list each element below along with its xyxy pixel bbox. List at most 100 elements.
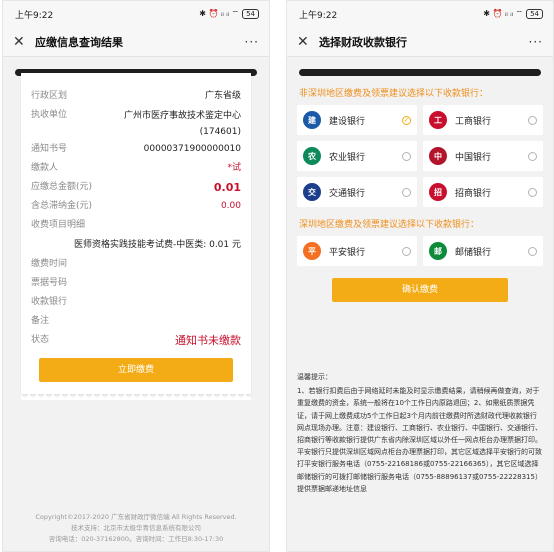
unit-label: 执收单位 xyxy=(31,110,68,120)
status-icons: ✱ ⏰ ᵢₗ ᵢₗ ⌔ 54 xyxy=(199,9,259,19)
bank-name: 工商银行 xyxy=(455,116,492,127)
section-title-shenzhen: 深圳地区缴费及领票建议选择以下收款银行： xyxy=(299,220,480,230)
battery-icon: 54 xyxy=(526,9,543,19)
query-result-screen: 上午9:22 ✱ ⏰ ᵢₗ ᵢₗ ⌔ 54 ✕ 应缴信息查询结果 ··· 行政区… xyxy=(2,0,270,552)
radio-unchecked-icon[interactable] xyxy=(402,151,411,161)
page-title: 选择财政收款银行 xyxy=(319,35,407,49)
nav-bar: ✕ 应缴信息查询结果 ··· xyxy=(3,27,269,57)
bank-name: 邮储银行 xyxy=(455,247,492,258)
radio-unchecked-icon[interactable] xyxy=(528,151,537,161)
row-paytime: 缴费时间 xyxy=(31,255,241,274)
radio-unchecked-icon[interactable] xyxy=(528,115,537,125)
bank-name: 中国银行 xyxy=(455,152,492,163)
pay-now-button[interactable]: 立即缴费 xyxy=(39,358,233,382)
screenshot-composite: 上午9:22 ✱ ⏰ ᵢₗ ᵢₗ ⌔ 54 ✕ 应缴信息查询结果 ··· 行政区… xyxy=(0,0,554,552)
payer-value: *试 xyxy=(227,163,241,173)
bank-name: 平安银行 xyxy=(329,247,366,258)
late-fee-value: 0.00 xyxy=(220,201,241,211)
row-remark: 备注 xyxy=(31,312,241,331)
signal-icons: ✱ ⏰ ᵢₗ ᵢₗ ⌔ xyxy=(483,9,524,18)
bank-grid-non-shenzhen: 建建设银行 ✓ 工工商银行农农业银行中中国银行交交通银行招招商银行 xyxy=(287,105,553,207)
section-title-non-shenzhen: 非深圳地区缴费及领票建议选择以下收款银行： xyxy=(299,89,489,99)
bank-option[interactable]: 招招商银行 xyxy=(423,177,543,207)
bank-option[interactable]: 交交通银行 xyxy=(297,177,417,207)
row-receipt-no: 票据号码 xyxy=(31,274,241,293)
confirm-pay-button[interactable]: 确认缴费 xyxy=(332,278,508,302)
receipt-slot xyxy=(299,69,541,76)
signal-icons: ✱ ⏰ ᵢₗ ᵢₗ ⌔ xyxy=(199,9,240,18)
row-payer: 缴款人 *试 xyxy=(31,159,241,178)
row-items: 收费项目明细 xyxy=(31,216,241,235)
footer-contact: 咨询电话：020-37162800。咨询时间：工作日8:30-17:30 xyxy=(48,535,224,543)
row-notice: 通知书号 00000371900000010 xyxy=(31,140,241,159)
state-label: 状态 xyxy=(31,335,50,345)
bank-grid-shenzhen: 平平安银行邮邮储银行 xyxy=(287,236,553,266)
bank-option[interactable]: 中中国银行 xyxy=(423,141,543,171)
cmb-logo-icon: 招 xyxy=(429,183,447,201)
tips-panel: 温馨提示： 1、若银行扣费后由于网络延时未能及时显示缴费结果，请稍候再做查询，对… xyxy=(297,371,543,495)
total-value: 0.01 xyxy=(213,181,241,194)
item-line: 医师资格实践技能考试费-中医类: 0.01 元 xyxy=(73,240,241,250)
row-region: 行政区划 广东省级 xyxy=(31,87,241,106)
bocom-logo-icon: 交 xyxy=(303,183,321,201)
boc-logo-icon: 中 xyxy=(429,147,447,165)
receipt-no-label: 票据号码 xyxy=(31,278,68,288)
icbc-logo-icon: 工 xyxy=(429,111,447,129)
ccb-logo-icon: 建 xyxy=(303,111,321,129)
radio-unchecked-icon[interactable] xyxy=(528,246,537,256)
abc-logo-icon: 农 xyxy=(303,147,321,165)
bank-option[interactable]: 平平安银行 xyxy=(297,236,417,266)
region-value: 广东省级 xyxy=(204,91,241,101)
notice-value: 00000371900000010 xyxy=(143,144,241,154)
pingan-logo-icon: 平 xyxy=(303,242,321,260)
bank-select-screen: 上午9:22 ✱ ⏰ ᵢₗ ᵢₗ ⌔ 54 ✕ 选择财政收款银行 ··· 非深圳… xyxy=(286,0,554,552)
row-late-fee: 含总滞纳金(元) 0.00 xyxy=(31,197,241,216)
notice-label: 通知书号 xyxy=(31,144,68,154)
unit-value: 广州市医疗事故技术鉴定中心(174601) xyxy=(123,111,241,137)
close-icon[interactable]: ✕ xyxy=(297,34,315,50)
late-fee-label: 含总滞纳金(元) xyxy=(31,201,93,211)
bank-name: 建设银行 xyxy=(329,116,366,127)
items-label: 收费项目明细 xyxy=(31,220,86,230)
bank-option[interactable]: 农农业银行 xyxy=(297,141,417,171)
bank-option[interactable]: 邮邮储银行 xyxy=(423,236,543,266)
tips-body: 1、若银行扣费后由于网络延时未能及时显示缴费结果，请稍候再做查询，对于重复缴费的… xyxy=(297,387,542,493)
bank-name: 招商银行 xyxy=(455,188,492,199)
status-bar: 上午9:22 ✱ ⏰ ᵢₗ ᵢₗ ⌔ 54 xyxy=(287,1,553,27)
bank-name: 交通银行 xyxy=(329,188,366,199)
bank-name: 农业银行 xyxy=(329,152,366,163)
state-value: 通知书未缴款 xyxy=(175,334,241,347)
payer-label: 缴款人 xyxy=(31,163,59,173)
radio-unchecked-icon[interactable] xyxy=(402,187,411,197)
row-unit: 执收单位 广州市医疗事故技术鉴定中心(174601) xyxy=(31,106,241,140)
tips-title: 温馨提示： xyxy=(297,373,332,381)
paytime-label: 缴费时间 xyxy=(31,259,68,269)
status-icons: ✱ ⏰ ᵢₗ ᵢₗ ⌔ 54 xyxy=(483,9,543,19)
psbc-logo-icon: 邮 xyxy=(429,242,447,260)
slot-container xyxy=(287,57,553,76)
page-title: 应缴信息查询结果 xyxy=(35,35,123,49)
status-bar: 上午9:22 ✱ ⏰ ᵢₗ ᵢₗ ⌔ 54 xyxy=(3,1,269,27)
battery-icon: 54 xyxy=(242,9,259,19)
row-state: 状态 通知书未缴款 xyxy=(31,331,241,350)
footer-copyright: Copyright©2017-2020 广东省财政厅微信端 All Rights… xyxy=(35,513,237,521)
row-bank: 收款银行 xyxy=(31,293,241,312)
bank-option[interactable]: 建建设银行 ✓ xyxy=(297,105,417,135)
radio-checked-icon[interactable]: ✓ xyxy=(402,115,411,125)
more-icon[interactable]: ··· xyxy=(245,35,259,49)
radio-unchecked-icon[interactable] xyxy=(528,187,537,197)
bank-option[interactable]: 工工商银行 xyxy=(423,105,543,135)
region-label: 行政区划 xyxy=(31,91,68,101)
footer-support: 技术支持：北京市太极华青信息系统有限公司 xyxy=(71,524,201,532)
close-icon[interactable]: ✕ xyxy=(13,34,31,50)
radio-unchecked-icon[interactable] xyxy=(402,246,411,256)
remark-label: 备注 xyxy=(31,316,50,326)
nav-bar: ✕ 选择财政收款银行 ··· xyxy=(287,27,553,57)
receipt-container: 行政区划 广东省级 执收单位 广州市医疗事故技术鉴定中心(174601) 通知书… xyxy=(3,57,269,400)
total-label: 应缴总金额(元) xyxy=(31,182,93,192)
status-time: 上午9:22 xyxy=(15,10,54,21)
receipt-card: 行政区划 广东省级 执收单位 广州市医疗事故技术鉴定中心(174601) 通知书… xyxy=(21,73,251,400)
footer: Copyright©2017-2020 广东省财政厅微信端 All Rights… xyxy=(3,512,269,545)
more-icon[interactable]: ··· xyxy=(529,35,543,49)
status-time: 上午9:22 xyxy=(299,10,338,21)
